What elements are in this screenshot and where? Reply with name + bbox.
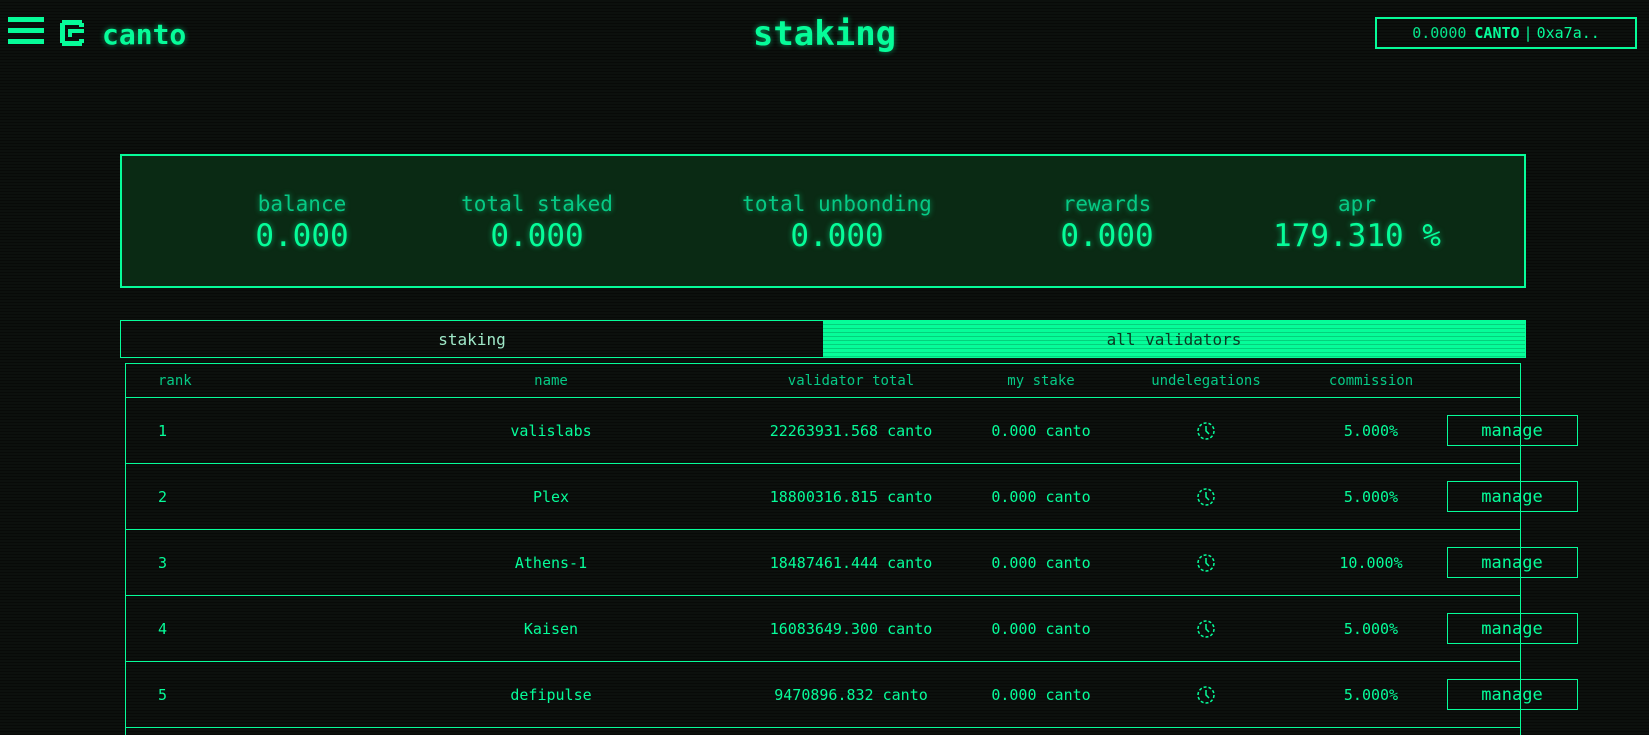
- row-manage-cell: manage: [1446, 530, 1578, 595]
- tab-staking[interactable]: staking: [121, 321, 823, 357]
- stat-rewards: rewards 0.000: [1012, 192, 1202, 254]
- row-validator-total: 22263931.568 canto: [769, 421, 933, 440]
- row-validator-total: 9470896.832 canto: [774, 685, 928, 704]
- row-commission: 5.000%: [1343, 421, 1399, 440]
- tab-bar: staking all validators: [120, 320, 1526, 358]
- stat-total-unbonding: total unbonding 0.000: [692, 192, 982, 254]
- row-name: valislabs: [510, 421, 592, 440]
- row-commission: 5.000%: [1343, 487, 1399, 506]
- header-validator-total[interactable]: validator total: [726, 364, 976, 397]
- table-row: 2 Plex 18800316.815 canto 0.000 canto 5.…: [126, 464, 1578, 530]
- row-undelegations: [1131, 464, 1281, 529]
- header-undelegations[interactable]: undelegations: [1131, 364, 1281, 397]
- row-my-stake: 0.000 canto: [991, 487, 1091, 506]
- row-manage-cell: manage: [1446, 464, 1578, 529]
- row-name: defipulse: [510, 685, 592, 704]
- row-rank: 5: [158, 685, 168, 704]
- manage-button[interactable]: manage: [1446, 415, 1578, 446]
- tab-all-validators[interactable]: all validators: [823, 321, 1525, 357]
- table-row: 3 Athens-1 18487461.444 canto 0.000 cant…: [126, 530, 1578, 596]
- header-commission[interactable]: commission: [1296, 364, 1446, 397]
- wallet-address: 0xa7a..: [1536, 24, 1600, 42]
- row-manage-cell: manage: [1446, 662, 1578, 727]
- staking-summary-panel: balance 0.000 total staked 0.000 total u…: [120, 154, 1526, 288]
- clock-icon[interactable]: [1196, 553, 1216, 573]
- stat-label: balance: [257, 192, 347, 216]
- manage-button[interactable]: manage: [1446, 679, 1578, 710]
- row-rank: 3: [158, 553, 168, 572]
- header-my-stake[interactable]: my stake: [966, 364, 1116, 397]
- clock-icon[interactable]: [1196, 421, 1216, 441]
- row-undelegations: [1131, 596, 1281, 661]
- row-manage-cell: manage: [1446, 398, 1578, 463]
- row-name: Kaisen: [523, 619, 579, 638]
- row-rank: 1: [158, 421, 168, 440]
- wallet-token: CANTO: [1474, 24, 1520, 42]
- stat-label: rewards: [1062, 192, 1152, 216]
- wallet-separator: |: [1523, 24, 1533, 42]
- row-undelegations: [1131, 398, 1281, 463]
- stat-label: total unbonding: [742, 192, 932, 216]
- row-undelegations: [1131, 530, 1281, 595]
- stat-label: apr: [1338, 192, 1376, 216]
- table-row: 5 defipulse 9470896.832 canto 0.000 cant…: [126, 662, 1578, 728]
- manage-button[interactable]: manage: [1446, 547, 1578, 578]
- row-commission: 10.000%: [1339, 553, 1403, 572]
- validators-table: rank name validator total my stake undel…: [125, 363, 1578, 735]
- row-validator-total: 18800316.815 canto: [769, 487, 933, 506]
- stat-value: 0.000: [1060, 218, 1154, 254]
- table-header: rank name validator total my stake undel…: [126, 364, 1520, 398]
- stat-apr: apr 179.310 %: [1232, 192, 1482, 254]
- stat-value: 0.000: [255, 218, 349, 254]
- stat-label: total staked: [461, 192, 613, 216]
- row-my-stake: 0.000 canto: [991, 421, 1091, 440]
- clock-icon[interactable]: [1196, 619, 1216, 639]
- stat-balance: balance 0.000: [207, 192, 397, 254]
- manage-button[interactable]: manage: [1446, 481, 1578, 512]
- wallet-balance: 0.0000: [1412, 24, 1467, 42]
- row-my-stake: 0.000 canto: [991, 619, 1091, 638]
- row-commission: 5.000%: [1343, 619, 1399, 638]
- row-rank: 4: [158, 619, 168, 638]
- row-name: Athens-1: [514, 553, 588, 572]
- stat-value: 0.000: [790, 218, 884, 254]
- clock-icon[interactable]: [1196, 487, 1216, 507]
- stat-total-staked: total staked 0.000: [422, 192, 652, 254]
- row-manage-cell: manage: [1446, 596, 1578, 661]
- header-name[interactable]: name: [426, 364, 676, 397]
- row-commission: 5.000%: [1343, 685, 1399, 704]
- stat-value: 0.000: [490, 218, 584, 254]
- stat-value: 179.310 %: [1273, 218, 1441, 254]
- row-validator-total: 16083649.300 canto: [769, 619, 933, 638]
- wallet-button[interactable]: 0.0000 CANTO | 0xa7a..: [1375, 17, 1637, 49]
- row-undelegations: [1131, 662, 1281, 727]
- row-my-stake: 0.000 canto: [991, 553, 1091, 572]
- table-row: 4 Kaisen 16083649.300 canto 0.000 canto …: [126, 596, 1578, 662]
- header-rank[interactable]: rank: [126, 364, 226, 397]
- row-rank: 2: [158, 487, 168, 506]
- clock-icon[interactable]: [1196, 685, 1216, 705]
- table-row: 1 valislabs 22263931.568 canto 0.000 can…: [126, 398, 1578, 464]
- row-name: Plex: [532, 487, 570, 506]
- row-validator-total: 18487461.444 canto: [769, 553, 933, 572]
- top-bar: canto staking 0.0000 CANTO | 0xa7a..: [0, 0, 1649, 70]
- row-my-stake: 0.000 canto: [991, 685, 1091, 704]
- manage-button[interactable]: manage: [1446, 613, 1578, 644]
